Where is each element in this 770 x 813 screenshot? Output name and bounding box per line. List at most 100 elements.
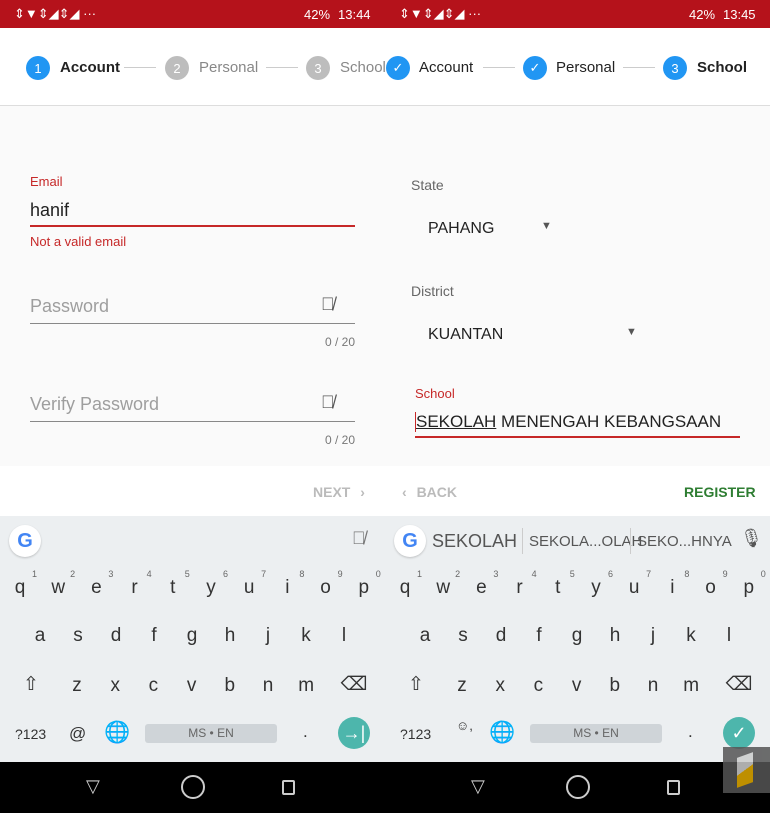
back-nav-icon[interactable]: ▽ (86, 776, 100, 797)
key-b[interactable]: b (600, 675, 630, 697)
password-field[interactable]: Password (30, 296, 109, 317)
symbols-key[interactable]: ?123 (400, 726, 431, 742)
step-3-label[interactable]: School (340, 59, 385, 76)
google-icon[interactable]: G (9, 525, 41, 557)
google-icon[interactable]: G (394, 525, 426, 557)
key-p[interactable]: p0 (734, 569, 766, 599)
key-u[interactable]: u7 (619, 569, 651, 599)
key-v[interactable]: v (177, 675, 207, 697)
key-h[interactable]: h (600, 625, 630, 647)
key-s[interactable]: s (448, 625, 478, 647)
key-h[interactable]: h (215, 625, 245, 647)
key-w[interactable]: w2 (43, 569, 75, 599)
key-o[interactable]: o9 (696, 569, 727, 599)
symbols-key[interactable]: ?123 (15, 726, 46, 742)
key-k[interactable]: k (291, 625, 321, 647)
key-k[interactable]: k (676, 625, 706, 647)
step-2-label[interactable]: Personal (556, 59, 615, 76)
key-a[interactable]: a (410, 625, 440, 647)
key-t[interactable]: t5 (543, 569, 575, 599)
key-c[interactable]: c (138, 675, 168, 697)
key-n[interactable]: n (638, 675, 668, 697)
key-q[interactable]: q1 (390, 569, 422, 599)
email-label: Email (30, 174, 63, 189)
emoji-comma-key[interactable]: ☺, (456, 718, 473, 733)
next-field-key[interactable]: →| (338, 717, 370, 749)
key-r[interactable]: r4 (505, 569, 536, 599)
next-button[interactable]: NEXT › (313, 484, 365, 500)
key-f[interactable]: f (524, 625, 554, 647)
key-r[interactable]: r4 (120, 569, 151, 599)
key-l[interactable]: l (329, 625, 359, 647)
key-p[interactable]: p0 (349, 569, 381, 599)
key-s[interactable]: s (63, 625, 93, 647)
back-button[interactable]: ‹ BACK (402, 484, 457, 500)
state-select[interactable]: PAHANG ▼ (428, 220, 558, 238)
key-i[interactable]: i8 (657, 569, 689, 599)
step-3-label[interactable]: School (697, 59, 747, 76)
key-x[interactable]: x (100, 675, 130, 697)
suggestion-3[interactable]: SEKO...HNYA (637, 533, 732, 550)
verify-password-field[interactable]: Verify Password (30, 394, 159, 415)
key-q[interactable]: q1 (5, 569, 37, 599)
key-hint: 6 (607, 569, 613, 579)
key-d[interactable]: d (486, 625, 516, 647)
eye-off-icon[interactable]: 👁̸ (321, 294, 335, 315)
email-field[interactable]: hanif (30, 200, 69, 221)
period-key[interactable]: . (303, 722, 308, 742)
mic-icon[interactable]: 🎙 (740, 528, 763, 549)
key-j[interactable]: j (638, 625, 668, 647)
shift-icon[interactable]: ⇧ (16, 673, 46, 696)
key-o[interactable]: o9 (311, 569, 342, 599)
key-x[interactable]: x (485, 675, 515, 697)
key-n[interactable]: n (253, 675, 283, 697)
home-nav-icon[interactable] (181, 775, 205, 799)
key-m[interactable]: m (291, 675, 321, 697)
recents-nav-icon[interactable] (282, 780, 295, 795)
step-1-label[interactable]: Account (60, 59, 120, 76)
recents-nav-icon[interactable] (667, 780, 680, 795)
key-g[interactable]: g (562, 625, 592, 647)
key-t[interactable]: t5 (158, 569, 190, 599)
district-select[interactable]: KUANTAN ▼ (428, 326, 643, 344)
key-z[interactable]: z (62, 675, 92, 697)
key-b[interactable]: b (215, 675, 245, 697)
space-bar[interactable]: MS • EN (145, 724, 277, 743)
back-nav-icon[interactable]: ▽ (471, 776, 485, 797)
key-j[interactable]: j (253, 625, 283, 647)
shift-icon[interactable]: ⇧ (401, 673, 431, 696)
backspace-icon[interactable]: ⌫ (339, 673, 369, 696)
step-2-label[interactable]: Personal (199, 59, 258, 76)
backspace-icon[interactable]: ⌫ (724, 673, 754, 696)
suggestion-1[interactable]: SEKOLAH (432, 531, 517, 552)
step-1-label[interactable]: Account (419, 59, 473, 76)
period-key[interactable]: . (688, 722, 693, 742)
key-y[interactable]: y6 (581, 569, 613, 599)
key-a[interactable]: a (25, 625, 55, 647)
key-e[interactable]: e3 (466, 569, 498, 599)
suggestion-2[interactable]: SEKOLA...OLAH (529, 533, 642, 550)
eye-off-icon[interactable]: 👁̸ (321, 392, 335, 413)
key-z[interactable]: z (447, 675, 477, 697)
key-y[interactable]: y6 (196, 569, 228, 599)
key-w[interactable]: w2 (428, 569, 460, 599)
register-button[interactable]: REGISTER (684, 484, 756, 500)
mic-off-icon[interactable]: 🎙̸ (352, 528, 366, 549)
key-e[interactable]: e3 (81, 569, 113, 599)
key-g[interactable]: g (177, 625, 207, 647)
key-m[interactable]: m (676, 675, 706, 697)
at-key[interactable]: @ (69, 724, 86, 744)
home-nav-icon[interactable] (566, 775, 590, 799)
school-field[interactable]: SEKOLAH MENENGAH KEBANGSAAN (415, 412, 721, 432)
done-key[interactable]: ✓ (723, 717, 755, 749)
key-d[interactable]: d (101, 625, 131, 647)
globe-icon[interactable]: 🌐 (104, 721, 130, 745)
key-u[interactable]: u7 (234, 569, 266, 599)
space-bar[interactable]: MS • EN (530, 724, 662, 743)
key-v[interactable]: v (562, 675, 592, 697)
globe-icon[interactable]: 🌐 (489, 721, 515, 745)
key-i[interactable]: i8 (272, 569, 304, 599)
key-f[interactable]: f (139, 625, 169, 647)
key-l[interactable]: l (714, 625, 744, 647)
key-c[interactable]: c (523, 675, 553, 697)
